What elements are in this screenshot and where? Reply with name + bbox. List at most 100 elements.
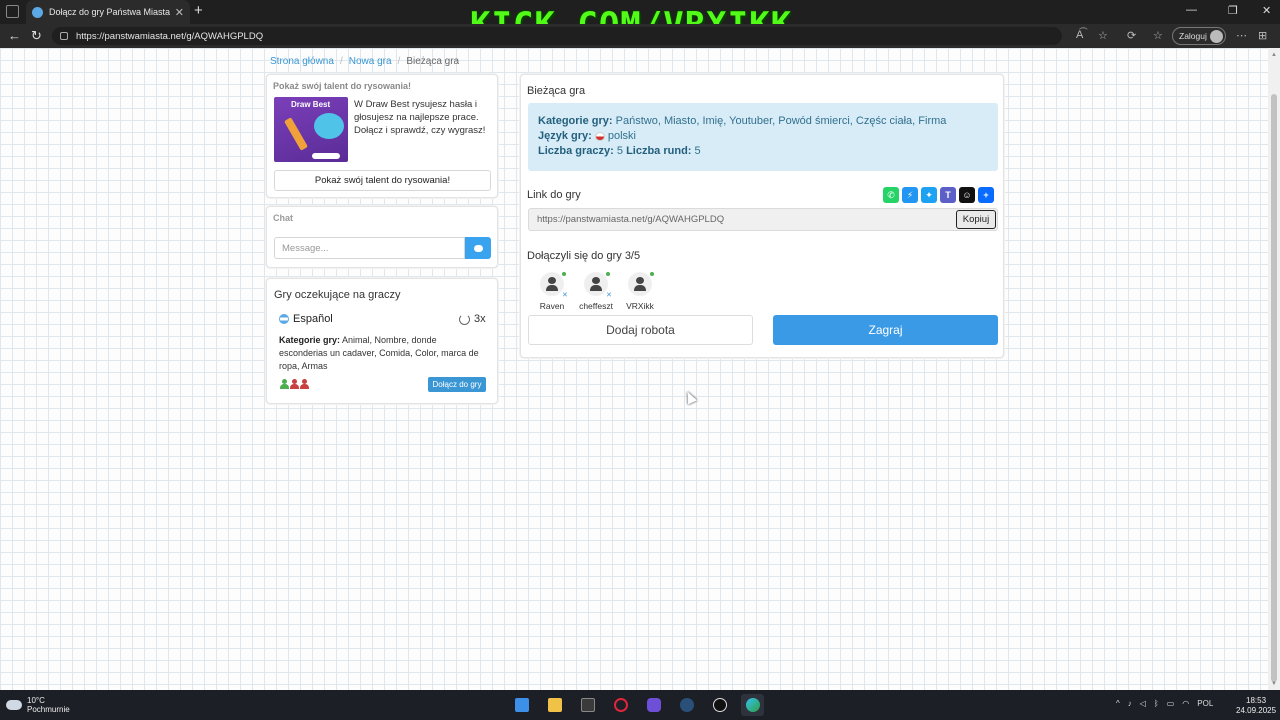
- taskbar-apps: [510, 694, 764, 716]
- twitter-icon[interactable]: ✦: [921, 187, 937, 203]
- teams-icon[interactable]: T: [940, 187, 956, 203]
- players-count-label: Liczba graczy:: [538, 145, 614, 157]
- kick-player-icon[interactable]: ✕: [606, 291, 612, 299]
- scroll-down-icon[interactable]: ▼: [1271, 681, 1277, 687]
- player-slot-joined-icon: [280, 379, 289, 389]
- game-link-field[interactable]: https://panstwamiasta.net/g/AQWAHGPLDQ: [528, 208, 998, 231]
- breadcrumb-new-game-link[interactable]: Nowa gra: [349, 56, 392, 67]
- play-button[interactable]: Zagraj: [773, 315, 998, 345]
- language-label: Język gry:: [538, 130, 592, 142]
- player-name: cheffeszt: [579, 301, 613, 311]
- start-button[interactable]: [510, 694, 533, 716]
- profile-avatar-icon: [1210, 30, 1223, 43]
- taskbar-opera[interactable]: [609, 694, 632, 716]
- maximize-button[interactable]: ❐: [1228, 4, 1238, 17]
- kick-player-icon[interactable]: ✕: [562, 291, 568, 299]
- obs-icon: [712, 698, 727, 712]
- players-count-value: 5: [616, 145, 623, 157]
- weather-widget[interactable]: 10°C Pochmurnie: [6, 696, 70, 714]
- chat-title: Chat: [273, 213, 293, 223]
- waiting-game-categories: Kategorie gry: Animal, Nombre, donde esc…: [279, 334, 479, 373]
- tab-actions-icon[interactable]: [6, 5, 19, 18]
- opera-icon: [613, 698, 628, 712]
- breadcrumb: Strona główna / Nowa gra / Bieżąca gra: [270, 56, 460, 67]
- cloud-icon: [6, 700, 22, 710]
- copilot-icon[interactable]: ⊞: [1258, 29, 1267, 42]
- chat-send-button[interactable]: [465, 237, 491, 259]
- scrollbar-thumb[interactable]: [1271, 94, 1277, 682]
- player-name: VRXikk: [626, 301, 654, 311]
- weather-temperature: 10°C: [27, 696, 45, 705]
- promo-description: W Draw Best rysujesz hasła i głosujesz n…: [354, 99, 486, 136]
- waiting-game-rounds: 3x: [459, 313, 486, 325]
- network-icon[interactable]: ▭: [1167, 699, 1175, 708]
- mouse-cursor-icon: [682, 389, 698, 405]
- microphone-icon[interactable]: ♪: [1128, 699, 1132, 708]
- promo-title: Pokaż swój talent do rysowania!: [273, 81, 412, 91]
- close-window-button[interactable]: ✕: [1262, 4, 1271, 17]
- profile-login-button[interactable]: Zaloguj: [1172, 27, 1226, 45]
- polish-flag-icon: [594, 131, 605, 141]
- windows-logo-icon: [514, 698, 529, 712]
- browser-menu-icon[interactable]: ⋯: [1236, 29, 1247, 42]
- browser-tab[interactable]: Dołącz do gry Państwa Miasta ✕: [26, 0, 190, 24]
- chat-message-input[interactable]: Message...: [274, 237, 465, 259]
- player-avatar-icon: [540, 272, 564, 296]
- taskbar-steam[interactable]: [675, 694, 698, 716]
- online-status-icon: [650, 272, 654, 276]
- new-tab-button[interactable]: +: [194, 2, 203, 19]
- steam-icon: [679, 698, 694, 712]
- system-tray: ^ ♪ ◁ ᛒ ▭ ◠ POL: [1116, 699, 1213, 708]
- tray-overflow-icon[interactable]: ^: [1116, 699, 1120, 708]
- joined-players-label: Dołączyli się do gry 3/5: [527, 250, 641, 262]
- read-aloud-icon[interactable]: A͡: [1076, 29, 1083, 41]
- share-plus-icon[interactable]: +: [978, 187, 994, 203]
- categories-value: Państwo, Miasto, Imię, Youtuber, Powód ś…: [615, 115, 947, 127]
- draw-best-logo-text: Draw Best: [291, 100, 331, 109]
- copy-link-button[interactable]: Kopiuj: [956, 210, 996, 229]
- refresh-button[interactable]: ↻: [31, 28, 42, 44]
- share-buttons: ✆ ⚡ ✦ T ☺ +: [883, 187, 994, 203]
- player-avatar-icon: [584, 272, 608, 296]
- categories-label: Kategorie gry:: [538, 115, 613, 127]
- minimize-button[interactable]: —: [1186, 4, 1197, 16]
- page-scrollbar[interactable]: ▲ ▼: [1268, 48, 1280, 690]
- bluetooth-icon[interactable]: ᛒ: [1154, 699, 1159, 708]
- favorite-icon[interactable]: ☆: [1098, 29, 1108, 42]
- favorites-list-icon[interactable]: ☆: [1153, 29, 1163, 42]
- taskbar-app[interactable]: [642, 694, 665, 716]
- taskbar-edge[interactable]: [741, 694, 764, 716]
- taskbar-obs[interactable]: [708, 694, 731, 716]
- whatsapp-icon[interactable]: ✆: [883, 187, 899, 203]
- taskbar-terminal[interactable]: [576, 694, 599, 716]
- language-flag-icon: [279, 314, 289, 324]
- taskbar-file-explorer[interactable]: [543, 694, 566, 716]
- tab-close-icon[interactable]: ✕: [175, 6, 184, 19]
- online-status-icon: [606, 272, 610, 276]
- url-field[interactable]: https://panstwamiasta.net/g/AQWAHGPLDQ: [52, 27, 1062, 45]
- extensions-icon[interactable]: ⟳: [1127, 29, 1136, 42]
- add-robot-button[interactable]: Dodaj robota: [528, 315, 753, 345]
- keyboard-language[interactable]: POL: [1197, 699, 1213, 708]
- draw-best-image[interactable]: Draw Best: [274, 97, 348, 162]
- volume-icon[interactable]: ◁: [1140, 699, 1146, 708]
- weather-condition: Pochmurnie: [27, 705, 70, 714]
- waiting-game-language: Español: [279, 313, 333, 325]
- online-status-icon: [562, 272, 566, 276]
- system-clock[interactable]: 18:53 24.09.2025: [1236, 696, 1276, 716]
- site-info-icon[interactable]: [60, 32, 68, 40]
- current-game-title: Bieżąca gra: [527, 85, 586, 97]
- wifi-icon[interactable]: ◠: [1182, 699, 1189, 708]
- clock-time: 18:53: [1246, 696, 1267, 705]
- join-game-button[interactable]: Dołącz do gry: [428, 377, 486, 392]
- rounds-count-value: 5: [694, 145, 701, 157]
- messenger-icon[interactable]: ⚡: [902, 187, 918, 203]
- player-slot-empty-icon: [290, 379, 299, 389]
- scroll-up-icon[interactable]: ▲: [1271, 52, 1277, 58]
- site-favicon-icon: [32, 6, 43, 18]
- breadcrumb-home-link[interactable]: Strona główna: [270, 56, 334, 67]
- back-button[interactable]: ←: [8, 28, 21, 43]
- player-item: VRXikk: [621, 272, 659, 311]
- snapchat-icon[interactable]: ☺: [959, 187, 975, 203]
- promo-button[interactable]: Pokaż swój talent do rysowania!: [274, 170, 491, 191]
